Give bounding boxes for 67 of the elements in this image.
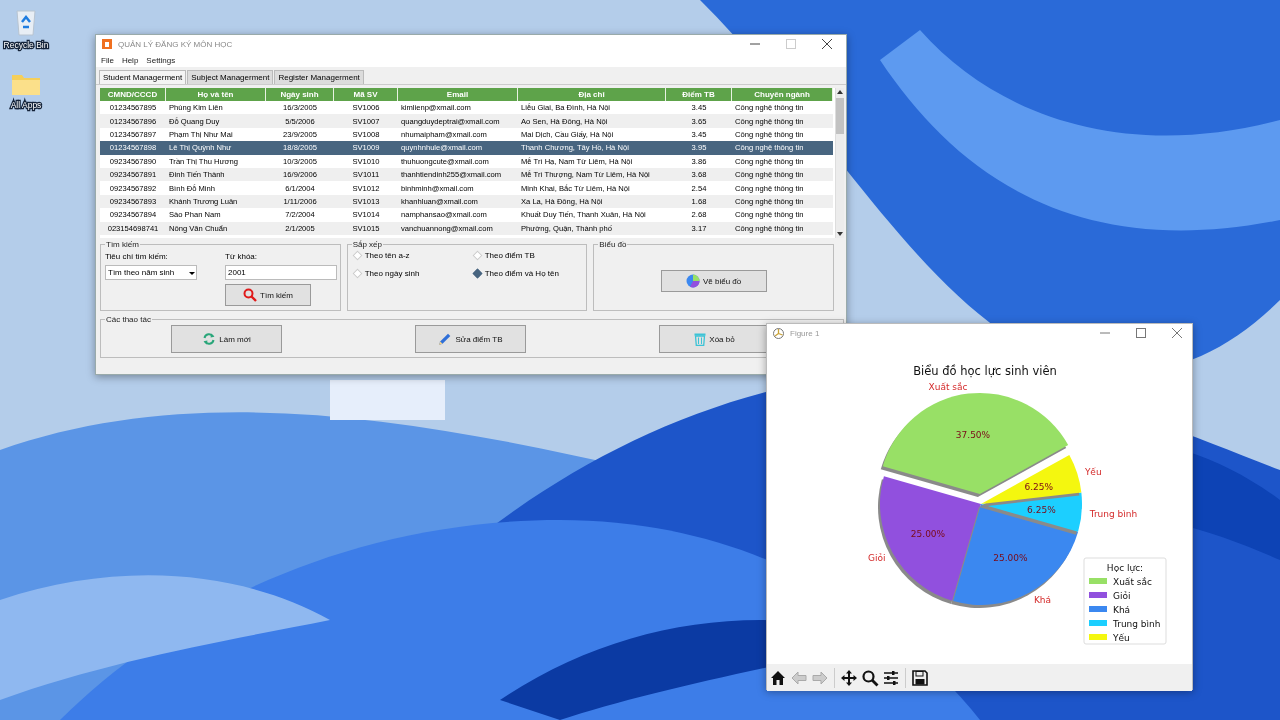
menu-item[interactable]: Settings (146, 56, 176, 66)
percent-label: 25.00% (993, 553, 1028, 563)
group-title: Biểu đồ (598, 240, 628, 249)
refresh-icon (202, 332, 217, 346)
tab[interactable]: Subject Managerment (187, 70, 274, 84)
keyword-input[interactable]: 2001 (225, 265, 337, 280)
pie-chart-icon (686, 274, 700, 288)
action-button[interactable]: Sửa điểm TB (415, 325, 526, 353)
percent-label: 37.50% (955, 429, 991, 440)
window-title: Figure 1 (790, 328, 820, 338)
legend-label: Yếu (1113, 633, 1130, 643)
legend-swatch (1089, 620, 1107, 626)
legend-label: Khá (1113, 605, 1131, 615)
radio-button[interactable]: Theo ngày sinh (351, 269, 420, 278)
close-icon[interactable] (822, 39, 832, 49)
dropdown-arrow-icon[interactable] (189, 269, 195, 276)
radio-button[interactable]: Theo điểm và Họ tên (471, 269, 559, 278)
tab[interactable]: Student Managerment (99, 70, 187, 84)
tab[interactable]: Register Managerment (274, 70, 364, 84)
pencil-icon (438, 332, 453, 346)
radio-button[interactable]: Theo điểm TB (471, 251, 535, 260)
scroll-thumb[interactable] (836, 98, 844, 134)
percent-label: 25.00% (910, 529, 946, 540)
app-icon (773, 327, 784, 339)
menu-item[interactable]: Help (121, 56, 139, 66)
legend-label: Trung bình (1113, 619, 1161, 629)
group-title: Sắp xếp (351, 240, 383, 249)
maximize-icon[interactable] (1136, 328, 1146, 338)
sliders-icon[interactable] (882, 668, 900, 687)
save-icon[interactable] (911, 668, 929, 687)
percent-label: 6.25% (1027, 505, 1056, 515)
window-title: QUẢN LÝ ĐĂNG KÝ MÔN HỌC (118, 39, 233, 49)
field-label: Từ khóa: (225, 252, 259, 261)
move-icon[interactable] (840, 668, 858, 687)
legend-swatch (1089, 634, 1107, 640)
action-button[interactable]: Làm mới (171, 325, 282, 353)
legend-swatch (1089, 578, 1107, 584)
recycle-bin-icon[interactable] (13, 8, 39, 36)
percent-label: 6.25% (1024, 481, 1053, 492)
criteria-dropdown[interactable]: Tìm theo năm sinh (105, 265, 197, 280)
scroll-up-icon[interactable] (836, 88, 844, 96)
scrollbar[interactable] (835, 88, 844, 238)
zoom-icon[interactable] (861, 668, 879, 687)
slice-label: Yếu (1084, 466, 1102, 477)
draw-chart-button[interactable]: Vẽ biểu đồ (660, 270, 767, 292)
menu-item[interactable]: File (101, 56, 114, 66)
home-icon[interactable] (769, 668, 787, 687)
trash-icon (694, 332, 707, 346)
search-button[interactable]: Tìm kiếm (225, 284, 311, 306)
legend-swatch (1089, 592, 1107, 598)
group-title: Tìm kiếm (105, 240, 140, 249)
legend-swatch (1089, 606, 1107, 612)
slice-label: Trung bình (1089, 509, 1138, 520)
slice-label: Khá (1033, 595, 1051, 606)
search-icon (243, 288, 258, 302)
scroll-down-icon[interactable] (836, 230, 844, 238)
group-title: Các thao tác (105, 315, 152, 324)
field-label: Tiêu chí tìm kiếm: (105, 252, 169, 261)
legend-label: Xuất sắc (1113, 577, 1152, 587)
slice-label: Giỏi (868, 552, 886, 563)
slice-label: Xuất sắc (928, 381, 968, 392)
radio-button[interactable]: Theo tên a-z (351, 251, 410, 260)
legend-title: Học lực: (1106, 563, 1144, 573)
app-icon (102, 39, 112, 49)
close-icon[interactable] (1172, 328, 1182, 338)
chart-title: Biểu đồ học lực sinh viên (913, 364, 1057, 378)
legend-label: Giỏi (1113, 591, 1131, 601)
